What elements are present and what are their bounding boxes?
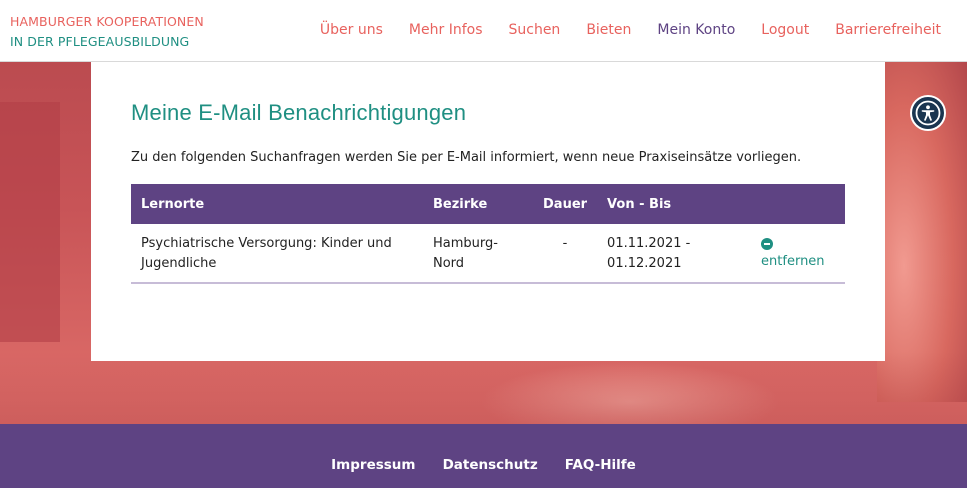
remove-label: entfernen (761, 254, 825, 269)
table-header-row: Lernorte Bezirke Dauer Von - Bis (131, 184, 845, 224)
cell-bezirke: Hamburg-Nord (423, 224, 533, 284)
nav-item-ueber-uns[interactable]: Über uns (320, 22, 383, 38)
accessibility-icon (915, 100, 941, 126)
cell-action: entfernen (751, 224, 845, 284)
site-footer: Impressum Datenschutz FAQ-Hilfe (0, 424, 967, 488)
logo-line-1: HAMBURGER KOOPERATIONEN (10, 14, 204, 29)
footer-link-impressum[interactable]: Impressum (331, 457, 415, 473)
footer-links: Impressum Datenschutz FAQ-Hilfe (0, 454, 967, 473)
column-header-von-bis: Von - Bis (597, 184, 752, 224)
notifications-table: Lernorte Bezirke Dauer Von - Bis Psychia… (131, 184, 845, 284)
nav-item-logout[interactable]: Logout (761, 22, 809, 38)
cell-von-bis: 01.11.2021 - 01.12.2021 (597, 224, 752, 284)
column-header-action (751, 184, 845, 224)
cell-lernorte: Psychiatrische Versorgung: Kinder und Ju… (131, 224, 423, 284)
footer-link-datenschutz[interactable]: Datenschutz (443, 457, 538, 473)
table-row: Psychiatrische Versorgung: Kinder und Ju… (131, 224, 845, 284)
page-title: Meine E-Mail Benachrichtigungen (131, 100, 467, 125)
page-description: Zu den folgenden Suchanfragen werden Sie… (131, 150, 802, 165)
nav-item-barrierefreiheit[interactable]: Barrierefreiheit (835, 22, 941, 38)
column-header-dauer: Dauer (533, 184, 598, 224)
cell-dauer: - (533, 224, 598, 284)
minus-circle-icon (761, 238, 774, 250)
logo-line-2: IN DER PFLEGEAUSBILDUNG (10, 34, 190, 49)
main-nav: Über uns Mehr Infos Suchen Bieten Mein K… (294, 22, 941, 38)
remove-button[interactable]: entfernen (761, 234, 825, 272)
nav-item-suchen[interactable]: Suchen (508, 22, 560, 38)
site-logo[interactable]: HAMBURGER KOOPERATIONEN IN DER PFLEGEAUS… (10, 12, 204, 52)
nav-item-mein-konto[interactable]: Mein Konto (657, 22, 735, 38)
footer-link-faq-hilfe[interactable]: FAQ-Hilfe (565, 457, 636, 473)
column-header-bezirke: Bezirke (423, 184, 533, 224)
notifications-card: Meine E-Mail Benachrichtigungen Zu den f… (91, 62, 885, 361)
nav-item-bieten[interactable]: Bieten (586, 22, 631, 38)
nav-item-mehr-infos[interactable]: Mehr Infos (409, 22, 483, 38)
site-header: HAMBURGER KOOPERATIONEN IN DER PFLEGEAUS… (0, 0, 967, 62)
column-header-lernorte: Lernorte (131, 184, 423, 224)
accessibility-button[interactable] (910, 95, 946, 131)
